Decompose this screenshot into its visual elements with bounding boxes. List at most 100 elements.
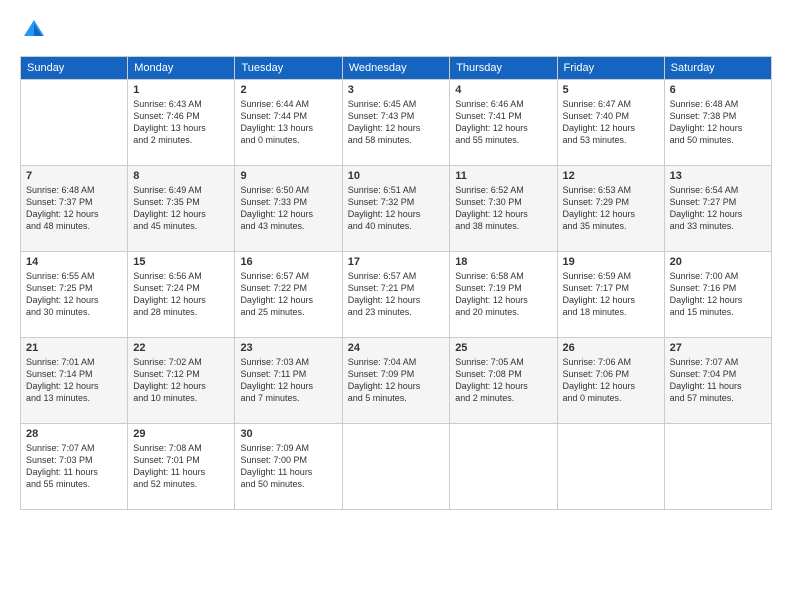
logo-icon	[20, 16, 48, 44]
day-number: 15	[133, 256, 229, 268]
calendar-cell: 14Sunrise: 6:55 AMSunset: 7:25 PMDayligh…	[21, 252, 128, 338]
calendar-day-header: Friday	[557, 57, 664, 80]
day-detail: and 53 minutes.	[563, 135, 627, 145]
day-info: Sunrise: 7:00 AMSunset: 7:16 PMDaylight:…	[670, 270, 766, 319]
day-info: Sunrise: 6:54 AMSunset: 7:27 PMDaylight:…	[670, 184, 766, 233]
daylight-hours-label: Daylight: 11 hours	[670, 381, 742, 391]
daylight-hours-label: Daylight: 12 hours	[348, 209, 421, 219]
calendar-cell: 16Sunrise: 6:57 AMSunset: 7:22 PMDayligh…	[235, 252, 342, 338]
day-detail: Sunrise: 6:58 AM	[455, 271, 524, 281]
day-number: 18	[455, 256, 551, 268]
day-number: 23	[240, 342, 336, 354]
day-number: 7	[26, 170, 122, 182]
day-number: 26	[563, 342, 659, 354]
day-info: Sunrise: 7:08 AMSunset: 7:01 PMDaylight:…	[133, 442, 229, 491]
day-number: 13	[670, 170, 766, 182]
day-info: Sunrise: 7:01 AMSunset: 7:14 PMDaylight:…	[26, 356, 122, 405]
day-detail: and 48 minutes.	[26, 221, 90, 231]
day-info: Sunrise: 7:07 AMSunset: 7:03 PMDaylight:…	[26, 442, 122, 491]
calendar-cell: 13 Sunrise: 6:54 AMSunset: 7:27 PMDayligh…	[664, 166, 771, 252]
calendar-cell: 7Sunrise: 6:48 AMSunset: 7:37 PMDaylight…	[21, 166, 128, 252]
daylight-hours-label: Daylight: 12 hours	[455, 209, 528, 219]
daylight-hours-label: Daylight: 12 hours	[240, 209, 313, 219]
day-info: Sunrise: 6:59 AMSunset: 7:17 PMDaylight:…	[563, 270, 659, 319]
day-info: Sunrise: 6:53 AMSunset: 7:29 PMDaylight:…	[563, 184, 659, 233]
day-detail: and 50 minutes.	[670, 135, 734, 145]
calendar-cell: 9Sunrise: 6:50 AMSunset: 7:33 PMDaylight…	[235, 166, 342, 252]
day-detail: and 50 minutes.	[240, 479, 304, 489]
day-detail: and 13 minutes.	[26, 393, 90, 403]
calendar-cell: 12 Sunrise: 6:53 AMSunset: 7:29 PMDayligh…	[557, 166, 664, 252]
daylight-hours-label: Daylight: 12 hours	[455, 381, 528, 391]
day-detail: Sunset: 7:33 PM	[240, 197, 307, 207]
day-detail: Sunset: 7:11 PM	[240, 369, 306, 379]
day-number: 30	[240, 428, 336, 440]
day-detail: Sunrise: 6:52 AM	[455, 185, 524, 195]
day-number: 1	[133, 84, 229, 96]
calendar-cell: 27Sunrise: 7:07 AMSunset: 7:04 PMDayligh…	[664, 338, 771, 424]
day-info: Sunrise: 6:45 AMSunset: 7:43 PMDaylight:…	[348, 98, 444, 147]
day-number: 12	[563, 170, 659, 182]
calendar-cell: 4Sunrise: 6:46 AMSunset: 7:41 PMDaylight…	[450, 80, 557, 166]
day-info: Sunrise: 6:49 AMSunset: 7:35 PMDaylight:…	[133, 184, 229, 233]
calendar-cell: 23 Sunrise: 7:03 AMSunset: 7:11 PMDayligh…	[235, 338, 342, 424]
day-detail: Sunrise: 7:05 AM	[455, 357, 524, 367]
day-detail: Sunrise: 6:49 AM	[133, 185, 202, 195]
day-detail: Sunrise: 6:53 AM	[563, 185, 632, 195]
day-detail: Sunset: 7:32 PM	[348, 197, 415, 207]
day-detail: and 33 minutes.	[670, 221, 734, 231]
day-detail: Sunset: 7:22 PM	[240, 283, 307, 293]
day-number: 20	[670, 256, 766, 268]
day-detail: and 20 minutes.	[455, 307, 519, 317]
day-detail: and 57 minutes.	[670, 393, 734, 403]
calendar-day-header: Wednesday	[342, 57, 449, 80]
day-detail: and 43 minutes.	[240, 221, 304, 231]
day-number: 27	[670, 342, 766, 354]
daylight-hours-label: Daylight: 12 hours	[26, 295, 99, 305]
day-detail: Sunset: 7:14 PM	[26, 369, 93, 379]
calendar-cell	[664, 424, 771, 510]
day-detail: Sunrise: 7:06 AM	[563, 357, 632, 367]
day-detail: Sunset: 7:41 PM	[455, 111, 522, 121]
day-detail: Sunset: 7:25 PM	[26, 283, 93, 293]
day-detail: and 2 minutes.	[133, 135, 192, 145]
day-info: Sunrise: 6:51 AMSunset: 7:32 PMDaylight:…	[348, 184, 444, 233]
calendar-cell: 5Sunrise: 6:47 AMSunset: 7:40 PMDaylight…	[557, 80, 664, 166]
calendar-cell: 18Sunrise: 6:58 AMSunset: 7:19 PMDayligh…	[450, 252, 557, 338]
calendar-cell: 25Sunrise: 7:05 AMSunset: 7:08 PMDayligh…	[450, 338, 557, 424]
calendar-cell: 22Sunrise: 7:02 AMSunset: 7:12 PMDayligh…	[128, 338, 235, 424]
calendar-cell: 8 Sunrise: 6:49 AMSunset: 7:35 PMDaylight…	[128, 166, 235, 252]
daylight-hours-label: Daylight: 12 hours	[670, 295, 743, 305]
day-info: Sunrise: 6:56 AMSunset: 7:24 PMDaylight:…	[133, 270, 229, 319]
daylight-hours-label: Daylight: 12 hours	[26, 381, 99, 391]
day-detail: and 55 minutes.	[26, 479, 90, 489]
day-info: Sunrise: 6:46 AMSunset: 7:41 PMDaylight:…	[455, 98, 551, 147]
day-info: Sunrise: 7:09 AMSunset: 7:00 PMDaylight:…	[240, 442, 336, 491]
daylight-hours-label: Daylight: 12 hours	[240, 381, 313, 391]
day-detail: Sunset: 7:17 PM	[563, 283, 630, 293]
calendar-cell: 29Sunrise: 7:08 AMSunset: 7:01 PMDayligh…	[128, 424, 235, 510]
day-detail: Sunrise: 6:55 AM	[26, 271, 95, 281]
header	[20, 16, 772, 44]
day-detail: and 15 minutes.	[670, 307, 734, 317]
day-detail: and 30 minutes.	[26, 307, 90, 317]
day-number: 22	[133, 342, 229, 354]
calendar-day-header: Sunday	[21, 57, 128, 80]
calendar-week-row: 21Sunrise: 7:01 AMSunset: 7:14 PMDayligh…	[21, 338, 772, 424]
day-detail: Sunset: 7:27 PM	[670, 197, 737, 207]
daylight-hours-label: Daylight: 13 hours	[240, 123, 313, 133]
page-container: SundayMondayTuesdayWednesdayThursdayFrid…	[0, 0, 792, 520]
day-number: 8	[133, 170, 229, 182]
day-detail: and 23 minutes.	[348, 307, 412, 317]
daylight-hours-label: Daylight: 11 hours	[240, 467, 312, 477]
day-info: Sunrise: 7:03 AMSunset: 7:11 PMDaylight:…	[240, 356, 336, 405]
daylight-hours-label: Daylight: 11 hours	[26, 467, 98, 477]
day-detail: Sunrise: 7:04 AM	[348, 357, 417, 367]
daylight-hours-label: Daylight: 12 hours	[563, 295, 636, 305]
day-detail: Sunset: 7:08 PM	[455, 369, 522, 379]
day-detail: and 7 minutes.	[240, 393, 299, 403]
day-detail: Sunset: 7:21 PM	[348, 283, 415, 293]
calendar-day-header: Monday	[128, 57, 235, 80]
day-detail: Sunrise: 6:50 AM	[240, 185, 309, 195]
day-detail: Sunrise: 7:07 AM	[26, 443, 95, 453]
